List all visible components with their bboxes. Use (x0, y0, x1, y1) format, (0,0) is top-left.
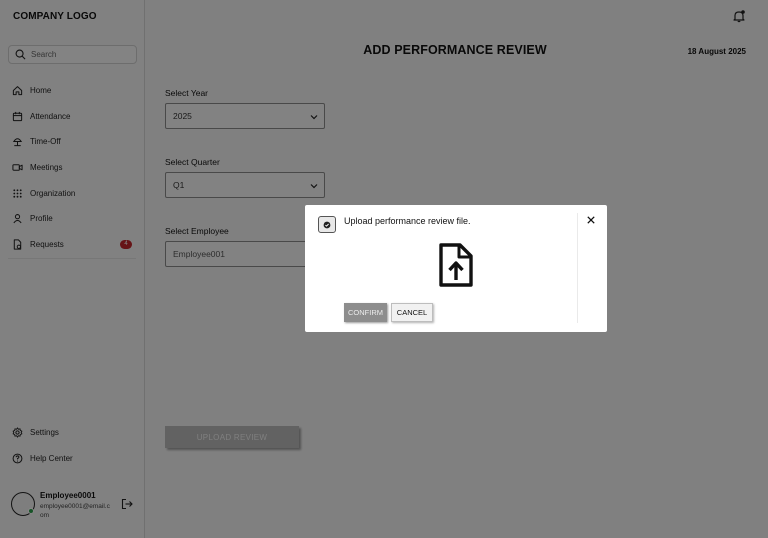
close-icon (587, 216, 595, 224)
modal-divider (577, 213, 578, 323)
cancel-button[interactable]: CANCEL (391, 303, 433, 322)
app: COMPANY LOGO Home Attendance Time-Off Me… (0, 0, 768, 538)
modal-header-icon (318, 216, 336, 233)
modal-title: Upload performance review file. (344, 216, 471, 226)
upload-modal: Upload performance review file. CONFIRM … (305, 205, 607, 332)
check-circle-icon (323, 221, 331, 228)
close-button[interactable] (585, 214, 597, 226)
confirm-button[interactable]: CONFIRM (344, 303, 387, 322)
file-upload-icon[interactable] (438, 242, 474, 288)
